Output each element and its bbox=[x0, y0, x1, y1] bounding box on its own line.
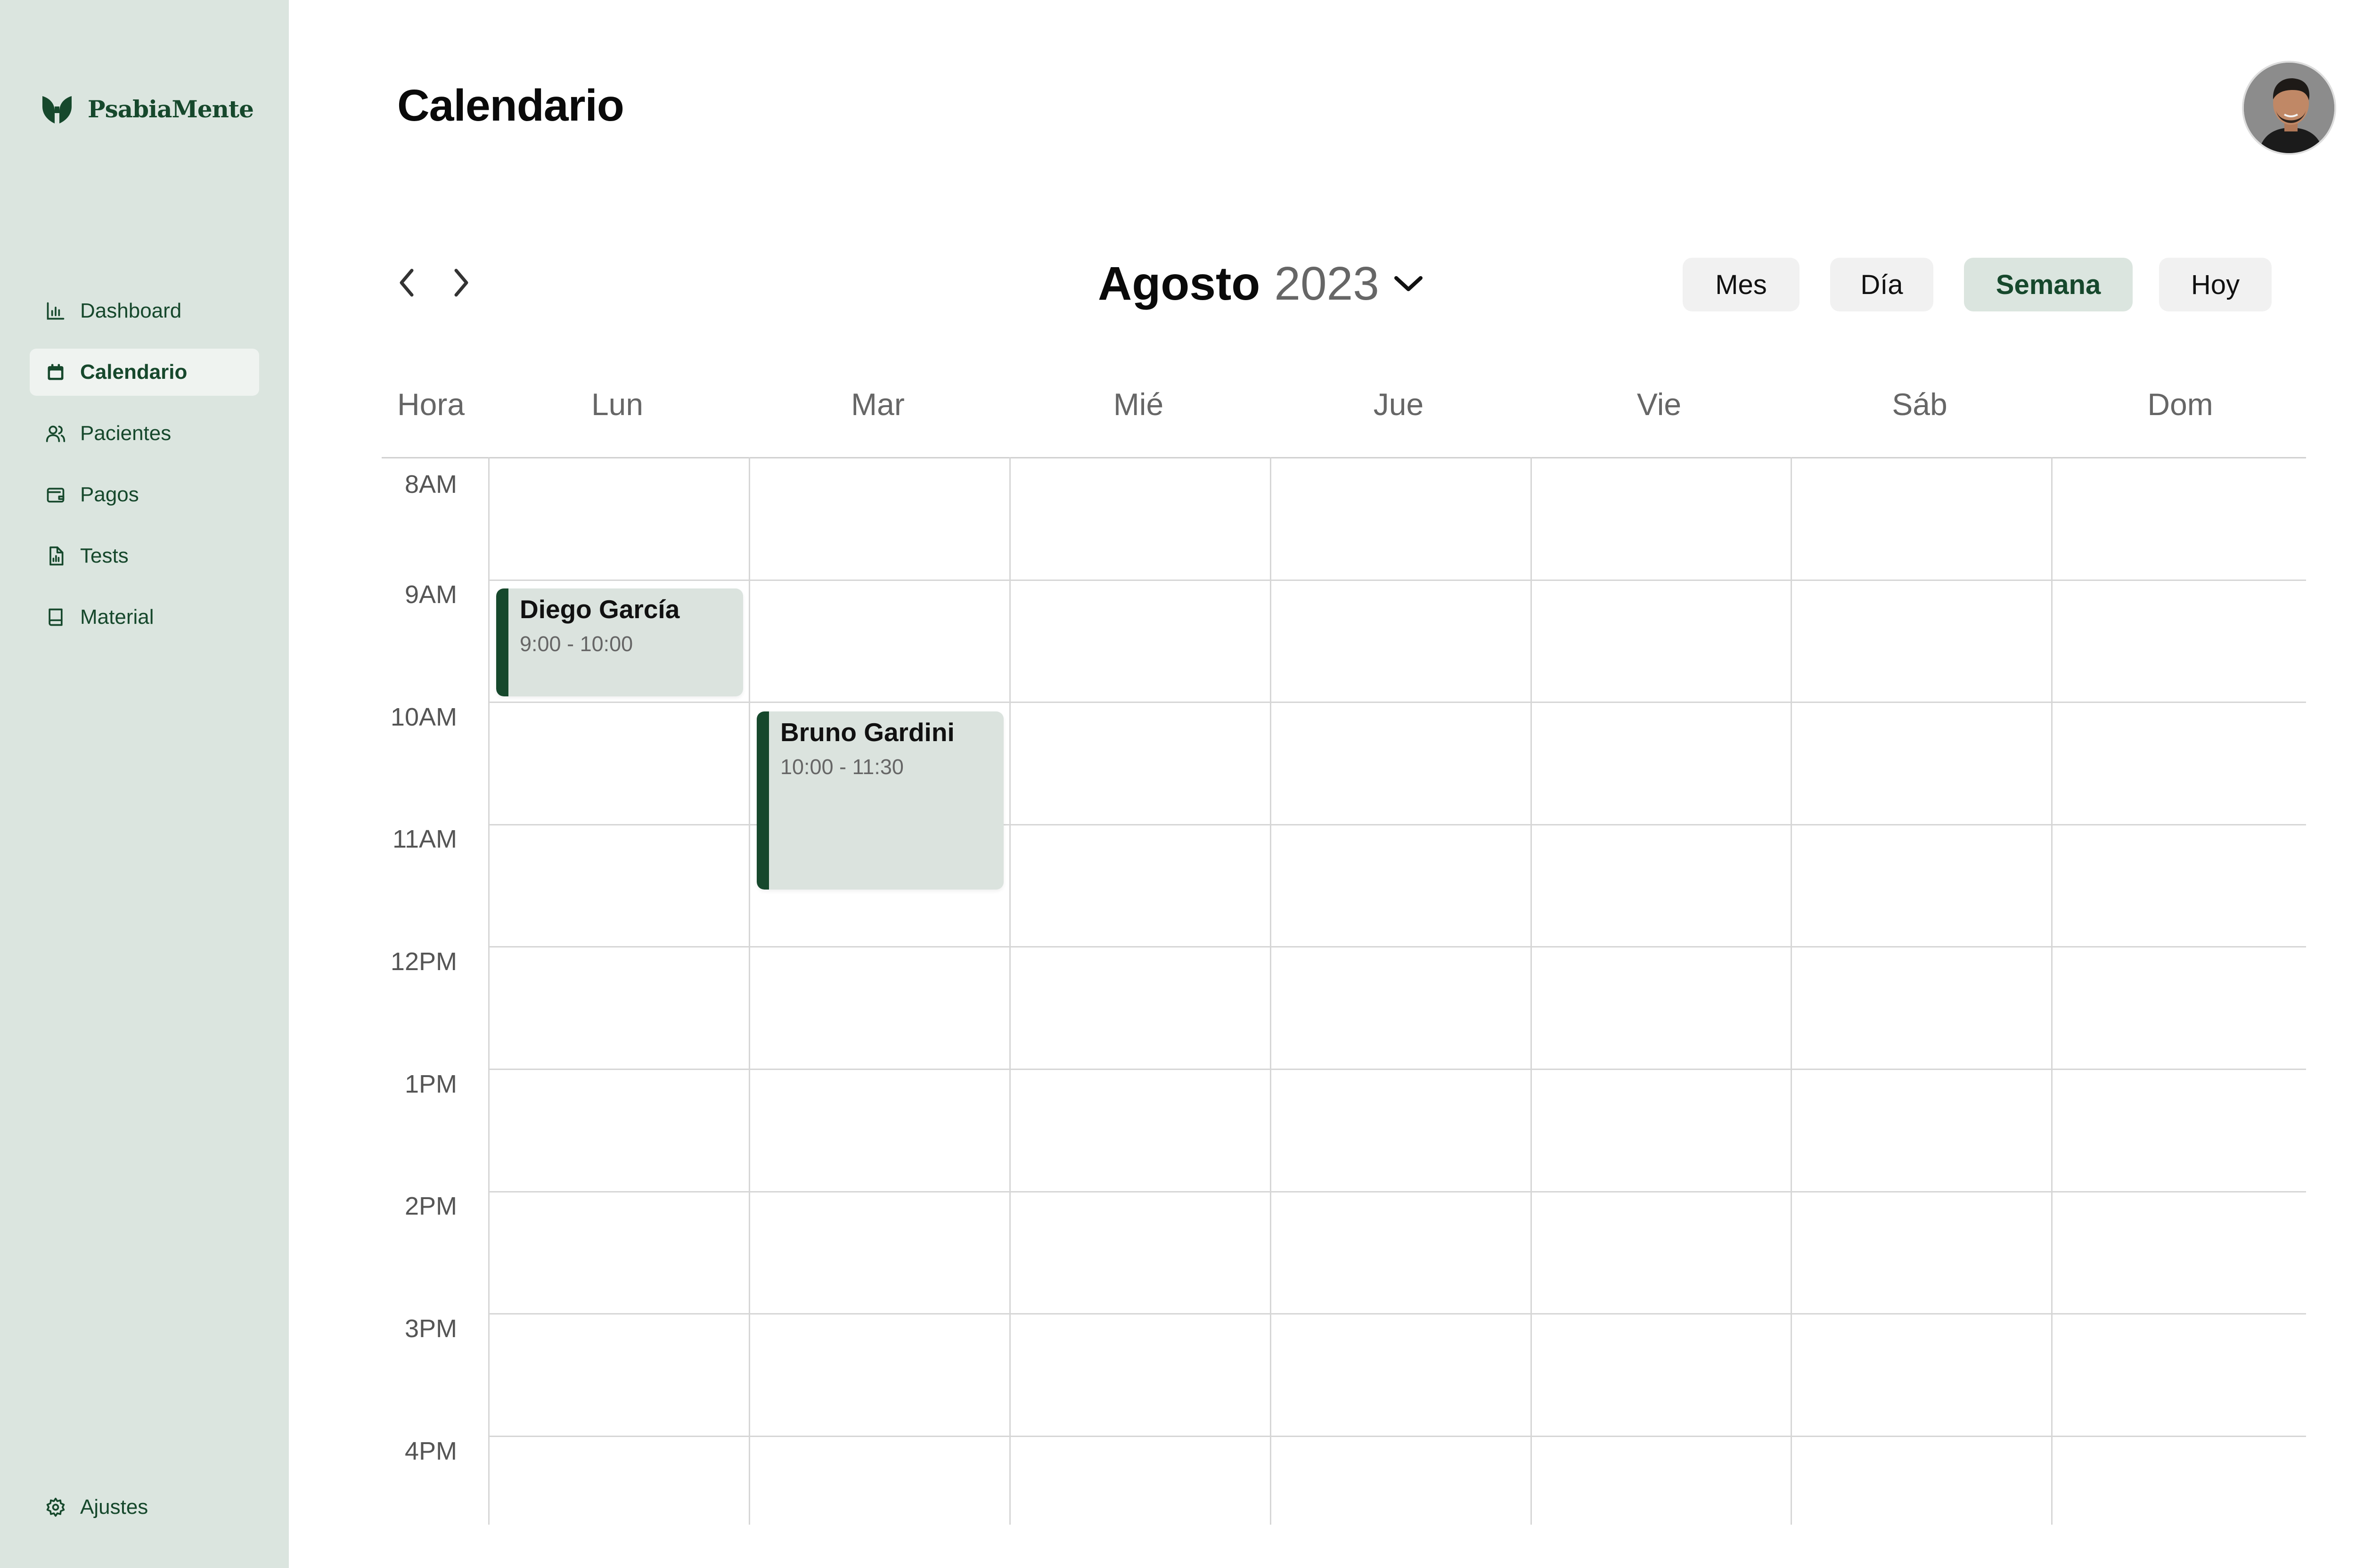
grid-column-divider bbox=[1530, 457, 1532, 1525]
sidebar-item-label: Pacientes bbox=[80, 422, 172, 445]
event-patient-name: Diego García bbox=[520, 595, 680, 624]
logo[interactable]: PsabiaMente bbox=[41, 92, 254, 125]
sidebar-item-label: Calendario bbox=[80, 360, 188, 384]
book-icon bbox=[49, 608, 63, 626]
calendar-icon bbox=[48, 364, 64, 380]
page-title: Calendario bbox=[397, 81, 624, 131]
sidebar-nav: Dashboard Calendario Pacientes Pagos Tes… bbox=[30, 287, 259, 655]
event-time: 9:00 - 10:00 bbox=[520, 632, 633, 656]
previous-week-button[interactable] bbox=[393, 264, 421, 302]
event-accent-bar bbox=[496, 588, 508, 696]
day-header-vie: Vie bbox=[1636, 387, 1682, 422]
grid-top-line bbox=[382, 457, 2306, 458]
bar-chart-icon bbox=[47, 302, 65, 320]
grid-hour-line bbox=[488, 1436, 2306, 1437]
day-header-mie: Mié bbox=[1113, 387, 1164, 422]
chevron-down-icon bbox=[1394, 276, 1423, 291]
view-month-button[interactable]: Mes bbox=[1683, 258, 1800, 311]
view-today-button[interactable]: Hoy bbox=[2159, 258, 2272, 311]
sidebar-item-calendario[interactable]: Calendario bbox=[30, 349, 259, 396]
user-avatar-icon bbox=[2244, 63, 2334, 153]
sidebar-item-label: Pagos bbox=[80, 483, 139, 506]
day-header-mar: Mar bbox=[851, 387, 905, 422]
event-accent-bar bbox=[757, 711, 769, 890]
hour-label: 2PM bbox=[404, 1192, 457, 1220]
year-label: 2023 bbox=[1274, 257, 1379, 310]
chevron-left-icon bbox=[400, 269, 414, 297]
hour-label: 12PM bbox=[390, 947, 457, 976]
hour-label: 9AM bbox=[404, 580, 457, 609]
day-header-lun: Lun bbox=[591, 387, 644, 422]
settings-label: Ajustes bbox=[80, 1495, 148, 1519]
sidebar-item-pagos[interactable]: Pagos bbox=[30, 471, 259, 518]
avatar[interactable] bbox=[2242, 61, 2336, 155]
brand-name: PsabiaMente bbox=[88, 95, 254, 123]
sidebar-item-tests[interactable]: Tests bbox=[30, 532, 259, 580]
event-time: 10:00 - 11:30 bbox=[780, 755, 904, 779]
sidebar-item-pacientes[interactable]: Pacientes bbox=[30, 410, 259, 457]
sidebar-item-material[interactable]: Material bbox=[30, 594, 259, 641]
grid-hour-line bbox=[488, 702, 2306, 703]
sidebar-item-label: Tests bbox=[80, 544, 129, 567]
hour-label: 1PM bbox=[404, 1070, 457, 1098]
wallet-icon bbox=[47, 488, 65, 503]
month-label: Agosto bbox=[1098, 257, 1260, 310]
grid-hour-line bbox=[488, 946, 2306, 947]
event-patient-name: Bruno Gardini bbox=[780, 718, 955, 747]
sidebar: PsabiaMente Dashboard Calendario Pacient… bbox=[0, 0, 289, 1568]
document-chart-icon bbox=[49, 546, 64, 566]
grid-column-divider bbox=[488, 457, 490, 1525]
grid-hour-line bbox=[488, 1191, 2306, 1192]
next-week-button[interactable] bbox=[447, 264, 475, 302]
hour-label: 4PM bbox=[404, 1437, 457, 1465]
grid-hour-line bbox=[488, 1069, 2306, 1070]
leaf-logo-icon bbox=[42, 96, 72, 123]
grid-column-divider bbox=[1270, 457, 1271, 1525]
view-week-button[interactable]: Semana bbox=[1964, 258, 2133, 311]
chevron-right-icon bbox=[454, 269, 468, 297]
hour-column-header: Hora bbox=[397, 387, 465, 422]
sidebar-item-ajustes[interactable]: Ajustes bbox=[45, 1495, 148, 1519]
grid-column-divider bbox=[749, 457, 750, 1525]
grid-hour-line bbox=[488, 1313, 2306, 1315]
grid-hour-line bbox=[488, 580, 2306, 581]
hour-label: 11AM bbox=[392, 825, 457, 853]
grid-column-divider bbox=[1791, 457, 1792, 1525]
event-card[interactable]: Bruno Gardini 10:00 - 11:30 bbox=[757, 711, 1004, 890]
day-header-sab: Sáb bbox=[1892, 387, 1947, 422]
month-year-selector[interactable]: Agosto 2023 bbox=[1098, 255, 1423, 312]
hour-label: 8AM bbox=[404, 470, 457, 498]
sidebar-item-dashboard[interactable]: Dashboard bbox=[30, 287, 259, 335]
day-header-dom: Dom bbox=[2147, 387, 2213, 422]
hour-label: 10AM bbox=[390, 703, 457, 731]
event-card[interactable]: Diego García 9:00 - 10:00 bbox=[496, 588, 743, 696]
day-header-jue: Jue bbox=[1373, 387, 1424, 422]
view-day-button[interactable]: Día bbox=[1830, 258, 1933, 311]
users-icon bbox=[46, 425, 65, 442]
grid-column-divider bbox=[2051, 457, 2053, 1525]
sidebar-item-label: Material bbox=[80, 605, 154, 629]
gear-icon bbox=[46, 1497, 65, 1517]
sidebar-item-label: Dashboard bbox=[80, 299, 182, 322]
grid-column-divider bbox=[1009, 457, 1011, 1525]
hour-label: 3PM bbox=[404, 1315, 457, 1343]
